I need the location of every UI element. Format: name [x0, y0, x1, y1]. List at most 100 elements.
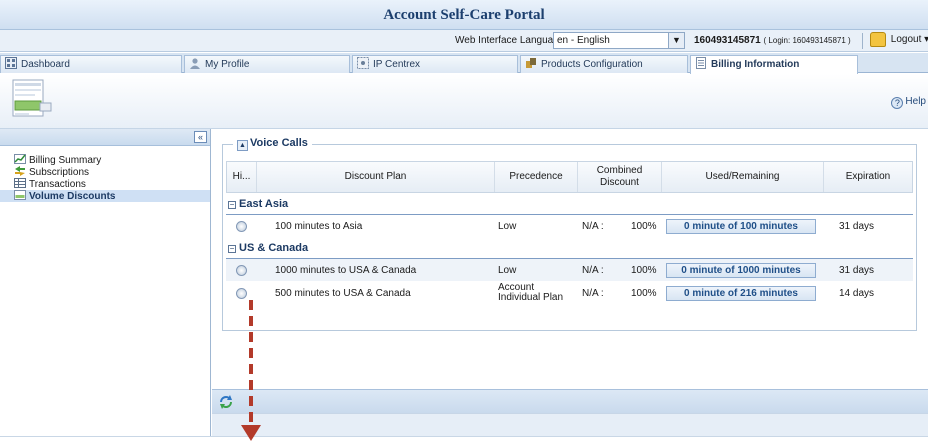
column-header-hi[interactable]: Hi...	[227, 162, 257, 192]
tab-label: Products Configuration	[541, 59, 643, 70]
status-cell	[236, 215, 247, 237]
chevron-down-icon[interactable]: ▼	[668, 33, 684, 48]
sidebar-header: «	[0, 129, 210, 146]
usage-bar: 0 minute of 100 minutes	[666, 218, 816, 234]
table-row[interactable]: 1000 minutes to USA & Canada Low N/A : 1…	[226, 259, 913, 281]
login-text: ( Login: 160493145871 )	[763, 36, 851, 45]
table-header: Hi... Discount Plan Precedence Combined …	[226, 161, 913, 193]
status-icon	[236, 220, 247, 232]
column-header-discount-plan[interactable]: Discount Plan	[257, 162, 495, 192]
status-icon	[236, 264, 247, 276]
section-title-label: Voice Calls	[250, 137, 308, 149]
group-label: East Asia	[239, 198, 289, 210]
expiration-value: 31 days	[839, 220, 875, 232]
combined-percent: 100%	[631, 287, 657, 299]
logout-button[interactable]: Logout ▾	[870, 32, 928, 47]
sidebar-menu: Billing Summary Subscriptions Transactio…	[0, 154, 210, 202]
tab-label: My Profile	[205, 59, 250, 70]
usage-bar: 0 minute of 1000 minutes	[666, 262, 816, 278]
chevron-down-icon: ▾	[924, 34, 928, 46]
plan-name: 1000 minutes to USA & Canada	[275, 264, 417, 276]
column-header-used-remaining[interactable]: Used/Remaining	[662, 162, 824, 192]
tab-my-profile[interactable]: My Profile	[184, 55, 350, 73]
table-row[interactable]: 100 minutes to Asia Low N/A : 100% 0 min…	[226, 215, 913, 237]
column-header-expiration[interactable]: Expiration	[824, 162, 912, 192]
precedence-value: Low	[498, 264, 517, 276]
help-label: Help	[905, 96, 926, 107]
column-header-combined-discount[interactable]: Combined Discount	[578, 162, 662, 192]
status-bar	[212, 413, 928, 436]
section-title[interactable]: ▲ Voice Calls	[233, 137, 312, 151]
status-cell	[236, 281, 247, 305]
sidebar-item-billing-summary[interactable]: Billing Summary	[0, 154, 210, 166]
tab-label: IP Centrex	[373, 59, 421, 70]
language-select[interactable]: en - English ▼	[553, 32, 685, 49]
gear-icon	[526, 58, 536, 68]
tab-label: Dashboard	[21, 59, 70, 70]
status-icon	[236, 287, 247, 299]
language-label: Web Interface Language:	[455, 35, 568, 46]
collapse-toggle-icon[interactable]: ▲	[237, 140, 248, 151]
sidebar-item-label: Transactions	[29, 179, 86, 190]
section-header: ? Help	[0, 74, 928, 129]
combined-na: N/A :	[582, 220, 604, 232]
group-header-east-asia[interactable]: − East Asia	[226, 193, 913, 215]
expiration-value: 31 days	[839, 264, 875, 276]
collapse-icon[interactable]: −	[228, 201, 236, 209]
collapse-icon[interactable]: −	[228, 245, 236, 253]
usage-cell: 0 minute of 1000 minutes	[666, 259, 816, 281]
plan-name: 100 minutes to Asia	[275, 220, 363, 232]
refresh-icon[interactable]	[218, 394, 234, 410]
network-icon	[357, 57, 369, 69]
tab-ip-centrex[interactable]: IP Centrex	[352, 55, 518, 73]
language-value: en - English	[557, 35, 610, 46]
table-row[interactable]: 500 minutes to USA & Canada Account Indi…	[226, 281, 913, 305]
tab-dashboard[interactable]: Dashboard	[0, 55, 182, 73]
account-info: 160493145871 ( Login: 160493145871 )	[694, 35, 851, 46]
usage-cell: 0 minute of 216 minutes	[666, 281, 816, 305]
column-header-precedence[interactable]: Precedence	[495, 162, 578, 192]
document-icon	[696, 57, 706, 69]
logout-label: Logout	[890, 34, 922, 46]
discounts-table: Hi... Discount Plan Precedence Combined …	[226, 161, 913, 305]
voice-calls-section: ▲ Voice Calls Hi... Discount Plan Precede…	[222, 137, 917, 331]
sidebar-item-label: Subscriptions	[29, 167, 90, 178]
user-icon	[190, 58, 200, 69]
combined-na: N/A :	[582, 287, 604, 299]
account-number: 160493145871	[694, 35, 761, 46]
tab-label: Billing Information	[711, 59, 800, 70]
sidebar-item-volume-discounts[interactable]: Volume Discounts	[0, 190, 210, 202]
dashboard-icon	[5, 57, 17, 69]
group-label: US & Canada	[239, 242, 309, 254]
divider	[862, 33, 863, 49]
main-content: ▲ Voice Calls Hi... Discount Plan Precede…	[212, 129, 928, 389]
plan-name: 500 minutes to USA & Canada	[275, 287, 411, 299]
billing-icon	[12, 79, 52, 117]
group-header-us-canada[interactable]: − US & Canada	[226, 237, 913, 259]
chart-icon	[14, 154, 26, 164]
usage-cell: 0 minute of 100 minutes	[666, 215, 816, 237]
sidebar: « Billing Summary Subscriptions Transact…	[0, 129, 211, 436]
account-bar: Web Interface Language: en - English ▼ 1…	[0, 30, 928, 52]
tab-billing-information[interactable]: Billing Information	[690, 55, 858, 74]
sidebar-item-label: Billing Summary	[29, 155, 102, 166]
combined-na: N/A :	[582, 264, 604, 276]
arrows-icon	[15, 166, 25, 176]
expiration-value: 14 days	[839, 287, 875, 299]
lock-icon	[870, 32, 886, 47]
portal-title: Account Self-Care Portal	[0, 0, 928, 30]
collapse-button[interactable]: «	[194, 131, 207, 143]
help-button[interactable]: ? Help	[891, 96, 926, 109]
footer	[0, 436, 928, 447]
combined-percent: 100%	[631, 220, 657, 232]
usage-bar: 0 minute of 216 minutes	[666, 285, 816, 301]
tab-products-configuration[interactable]: Products Configuration	[520, 55, 688, 73]
combined-percent: 100%	[631, 264, 657, 276]
sidebar-item-transactions[interactable]: Transactions	[0, 178, 210, 190]
discount-icon	[14, 190, 26, 200]
grid-toolbar	[212, 389, 928, 413]
status-cell	[236, 259, 247, 281]
precedence-value: Low	[498, 220, 517, 232]
sidebar-item-subscriptions[interactable]: Subscriptions	[0, 166, 210, 178]
main-tabs: Dashboard My Profile IP Centrex Products…	[0, 53, 928, 74]
